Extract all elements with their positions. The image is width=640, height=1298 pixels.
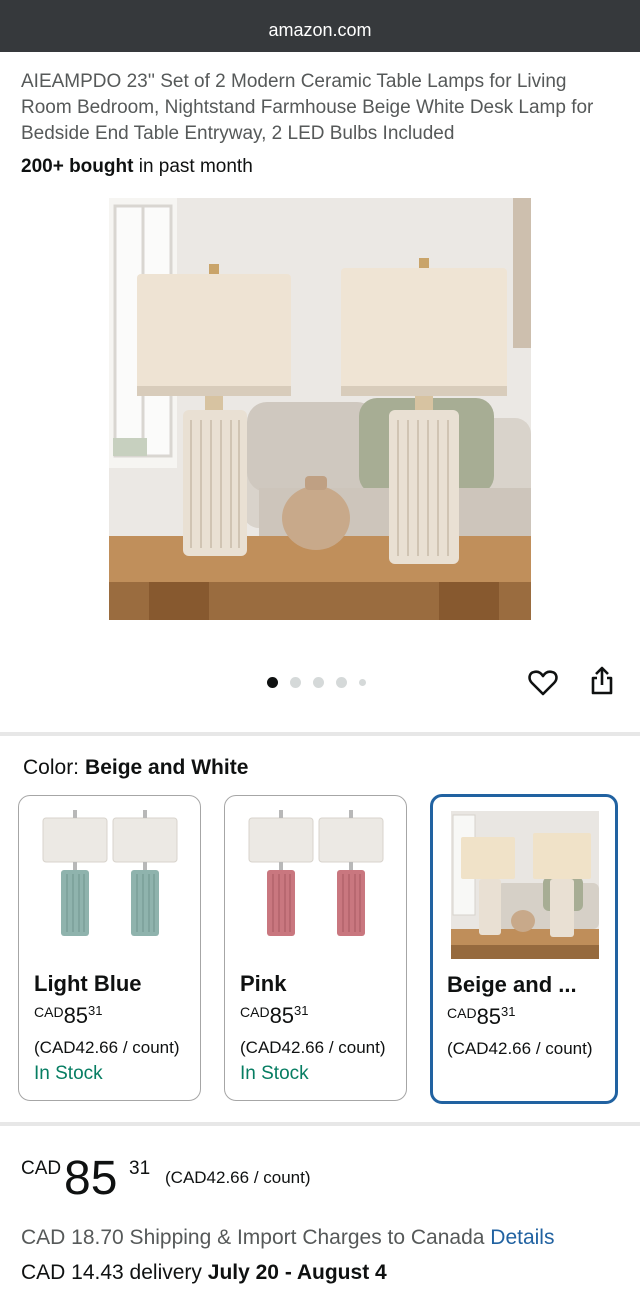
section-divider <box>0 732 640 736</box>
price-whole: 85 <box>63 1003 89 1028</box>
price-cents: 31 <box>501 1004 516 1019</box>
share-icon[interactable] <box>586 665 618 697</box>
url-text: amazon.com <box>268 20 372 40</box>
price-whole: 85 <box>476 1004 502 1029</box>
color-option-light-blue[interactable]: Light Blue CAD8531 (CAD42.66 / count) In… <box>18 795 201 1101</box>
color-option-beige-and-white[interactable]: Beige and ... CAD8531 (CAD42.66 / count) <box>430 794 618 1104</box>
price-whole: 85 <box>64 1152 118 1205</box>
price-cents: 31 <box>129 1158 151 1179</box>
price-per-unit: (CAD42.66 / count) <box>165 1168 311 1187</box>
color-option-pink[interactable]: Pink CAD8531 (CAD42.66 / count) In Stock <box>224 795 407 1101</box>
delivery-dates: July 20 - August 4 <box>207 1261 387 1284</box>
price-currency: CAD <box>21 1158 62 1179</box>
color-label: Color: <box>23 756 80 779</box>
color-option-name: Light Blue <box>34 971 142 996</box>
price-cents: 31 <box>294 1003 309 1018</box>
color-option-name: Pink <box>240 971 287 996</box>
image-carousel-dots[interactable] <box>267 676 378 688</box>
color-selected-value: Beige and White <box>85 756 249 779</box>
product-main-image[interactable] <box>109 198 531 620</box>
price-currency: CAD <box>447 1005 477 1021</box>
color-option-price: CAD8531 <box>240 1003 309 1029</box>
carousel-dot[interactable] <box>359 678 366 686</box>
price-currency: CAD <box>240 1004 270 1020</box>
delivery-info: CAD 14.43 delivery July 20 - August 4 <box>21 1261 387 1285</box>
color-option-stock: In Stock <box>34 1063 103 1084</box>
carousel-dot[interactable] <box>313 676 324 688</box>
price-currency: CAD <box>34 1004 64 1020</box>
browser-address-bar[interactable]: amazon.com <box>0 0 640 52</box>
color-option-unit-price: (CAD42.66 / count) <box>447 1039 593 1058</box>
carousel-dot[interactable] <box>336 676 347 688</box>
bought-count-rest: in past month <box>133 156 253 177</box>
section-divider <box>0 1122 640 1126</box>
product-title[interactable]: AIEAMPDO 23'' Set of 2 Modern Ceramic Ta… <box>21 69 621 147</box>
carousel-dot[interactable] <box>290 676 301 688</box>
shipping-info: CAD 18.70 Shipping & Import Charges to C… <box>21 1226 554 1250</box>
color-option-image <box>235 808 397 956</box>
carousel-dot-active[interactable] <box>267 676 278 688</box>
color-option-unit-price: (CAD42.66 / count) <box>240 1038 386 1057</box>
color-option-price: CAD8531 <box>447 1004 516 1030</box>
delivery-prefix: CAD 14.43 delivery <box>21 1261 208 1284</box>
color-option-price: CAD8531 <box>34 1003 103 1029</box>
price-cents: 31 <box>88 1003 103 1018</box>
color-option-stock: In Stock <box>240 1063 309 1084</box>
color-option-image <box>29 808 191 956</box>
bought-count: 200+ bought in past month <box>21 156 253 178</box>
color-option-image <box>451 811 599 959</box>
color-option-name: Beige and ... <box>447 972 577 997</box>
color-label-row: Color: Beige and White <box>23 756 248 780</box>
heart-icon[interactable] <box>527 667 559 699</box>
shipping-text: CAD 18.70 Shipping & Import Charges to C… <box>21 1226 491 1249</box>
bought-count-bold: 200+ bought <box>21 156 134 177</box>
price-whole: 85 <box>269 1003 295 1028</box>
shipping-details-link[interactable]: Details <box>490 1226 554 1249</box>
color-option-unit-price: (CAD42.66 / count) <box>34 1038 180 1057</box>
